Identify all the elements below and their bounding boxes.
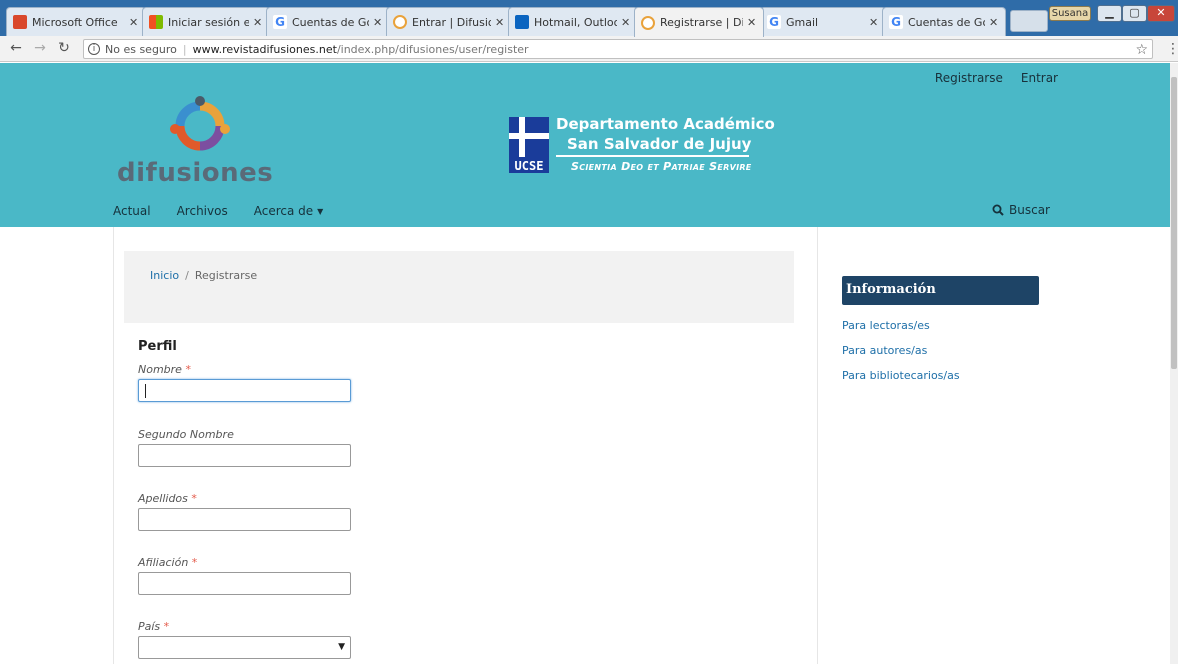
close-icon[interactable]: ✕ xyxy=(989,16,999,29)
nombre-input[interactable] xyxy=(138,379,351,402)
site-header: Registrarse Entrar difusiones UCSE Depar… xyxy=(0,63,1170,227)
browser-tab-microsoft-office[interactable]: Microsoft Office ✕ xyxy=(6,7,146,36)
register-link[interactable]: Registrarse xyxy=(935,71,1003,85)
url-text[interactable]: www.revistadifusiones.net/index.php/difu… xyxy=(193,43,529,56)
window-close-icon[interactable]: ✕ xyxy=(1147,5,1175,22)
nav-item-actual[interactable]: Actual xyxy=(113,204,151,218)
google-icon: G xyxy=(889,15,903,29)
sidebar-link-readers[interactable]: Para lectoras/es xyxy=(842,319,1042,332)
pais-select[interactable]: ▼ xyxy=(138,636,351,659)
outlook-icon xyxy=(515,15,529,29)
sidebar-link-librarians[interactable]: Para bibliotecarios/as xyxy=(842,369,1042,382)
nombre-label: Nombre * xyxy=(138,363,191,376)
profile-section-title: Perfil xyxy=(138,339,177,354)
afiliacion-input[interactable] xyxy=(138,572,351,595)
scrollbar-thumb[interactable] xyxy=(1171,77,1177,369)
field-segundo-nombre: Segundo Nombre xyxy=(138,428,351,467)
sidebar: Información Para lectoras/es Para autore… xyxy=(842,276,1042,394)
user-nav: Registrarse Entrar xyxy=(935,71,1058,85)
close-icon[interactable]: ✕ xyxy=(747,16,757,29)
site-logo[interactable]: difusiones xyxy=(115,96,285,191)
nav-item-acerca-de[interactable]: Acerca de ▼ xyxy=(254,204,324,218)
difusiones-icon xyxy=(393,15,407,29)
department-rule xyxy=(556,155,749,157)
google-icon: G xyxy=(767,15,781,29)
microsoft-icon xyxy=(149,15,163,29)
field-pais: País * ▼ xyxy=(138,620,351,659)
close-icon[interactable]: ✕ xyxy=(621,16,631,29)
close-icon[interactable]: ✕ xyxy=(495,16,505,29)
field-afiliacion: Afiliación * xyxy=(138,556,351,595)
sidebar-links: Para lectoras/es Para autores/as Para bi… xyxy=(842,319,1042,382)
login-link[interactable]: Entrar xyxy=(1021,71,1058,85)
difusiones-icon xyxy=(641,15,655,30)
field-apellidos: Apellidos * xyxy=(138,492,351,531)
segundo-nombre-label: Segundo Nombre xyxy=(138,428,234,441)
breadcrumb-current: Registrarse xyxy=(194,269,258,282)
forward-arrow-icon[interactable]: → xyxy=(32,40,48,56)
page-scrollbar[interactable] xyxy=(1170,63,1178,664)
pais-label: País * xyxy=(138,620,170,633)
reload-icon[interactable]: ↻ xyxy=(56,40,72,56)
logo-text: difusiones xyxy=(117,158,274,188)
field-nombre: Nombre * xyxy=(138,363,351,402)
security-label[interactable]: No es seguro xyxy=(105,43,177,56)
department-line-1: Departamento Académico xyxy=(556,115,775,133)
browser-tab-hotmail[interactable]: Hotmail, Outlook ✕ xyxy=(508,7,638,36)
breadcrumb: Inicio / Registrarse xyxy=(124,251,794,323)
main-content: Inicio / Registrarse Perfil Nombre * Segun… xyxy=(113,227,818,664)
apellidos-input[interactable] xyxy=(138,508,351,531)
close-icon[interactable]: ✕ xyxy=(129,16,139,29)
breadcrumb-home-link[interactable]: Inicio xyxy=(150,269,179,282)
department-motto: Scientia Deo et Patriae Servire xyxy=(571,160,752,173)
web-page: Registrarse Entrar difusiones UCSE Depar… xyxy=(0,63,1170,664)
caret-down-icon: ▼ xyxy=(317,206,324,216)
new-tab-button[interactable] xyxy=(1010,10,1048,32)
browser-tab-cuentas-google[interactable]: G Cuentas de Goo ✕ xyxy=(266,7,390,36)
main-nav: Actual Archivos Acerca de ▼ xyxy=(113,204,349,218)
search-icon xyxy=(992,204,1004,216)
close-icon[interactable]: ✕ xyxy=(373,16,383,29)
url-separator: | xyxy=(182,42,187,56)
sidebar-link-authors[interactable]: Para autores/as xyxy=(842,344,1042,357)
text-cursor xyxy=(145,384,146,398)
difusiones-logo-icon xyxy=(170,96,230,151)
ucse-shield-icon: UCSE xyxy=(509,117,549,173)
browser-tab-registrarse[interactable]: Registrarse | Dif ✕ xyxy=(634,7,764,37)
segundo-nombre-input[interactable] xyxy=(138,444,351,467)
dropdown-arrow-icon: ▼ xyxy=(338,642,345,652)
browser-tab-entrar-difusiones[interactable]: Entrar | Difusion ✕ xyxy=(386,7,512,36)
browser-tab-cuentas-google-2[interactable]: G Cuentas de Goo ✕ xyxy=(882,7,1006,36)
office-icon xyxy=(13,15,27,29)
department-line-2: San Salvador de Jujuy xyxy=(567,135,752,153)
nav-item-archivos[interactable]: Archivos xyxy=(177,204,228,218)
url-input[interactable]: i No es seguro | www.revistadifusiones.n… xyxy=(83,39,1153,59)
browser-tab-strip: Microsoft Office ✕ Iniciar sesión en ✕ G… xyxy=(0,0,1178,37)
address-bar: ← → ↻ i No es seguro | www.revistadifusi… xyxy=(0,36,1178,62)
afiliacion-label: Afiliación * xyxy=(138,556,198,569)
department-logo: UCSE Departamento Académico San Salvador… xyxy=(509,115,775,177)
close-icon[interactable]: ✕ xyxy=(869,16,879,29)
browser-tab-iniciar-sesion[interactable]: Iniciar sesión en ✕ xyxy=(142,7,270,36)
browser-menu-icon[interactable]: ⋮ xyxy=(1166,41,1178,57)
info-icon[interactable]: i xyxy=(88,43,100,55)
profile-badge[interactable]: Susana xyxy=(1049,6,1091,21)
apellidos-label: Apellidos * xyxy=(138,492,197,505)
google-icon: G xyxy=(273,15,287,29)
browser-tab-gmail[interactable]: G Gmail ✕ xyxy=(760,7,886,36)
svg-text:UCSE: UCSE xyxy=(515,159,544,173)
maximize-icon[interactable]: ▢ xyxy=(1122,5,1147,22)
back-arrow-icon[interactable]: ← xyxy=(8,40,24,56)
close-icon[interactable]: ✕ xyxy=(253,16,263,29)
sidebar-info-title: Información xyxy=(842,276,1039,305)
search-link[interactable]: Buscar xyxy=(992,203,1050,217)
minimize-icon[interactable]: ▁ xyxy=(1097,5,1122,22)
bookmark-star-icon[interactable]: ☆ xyxy=(1135,42,1148,58)
